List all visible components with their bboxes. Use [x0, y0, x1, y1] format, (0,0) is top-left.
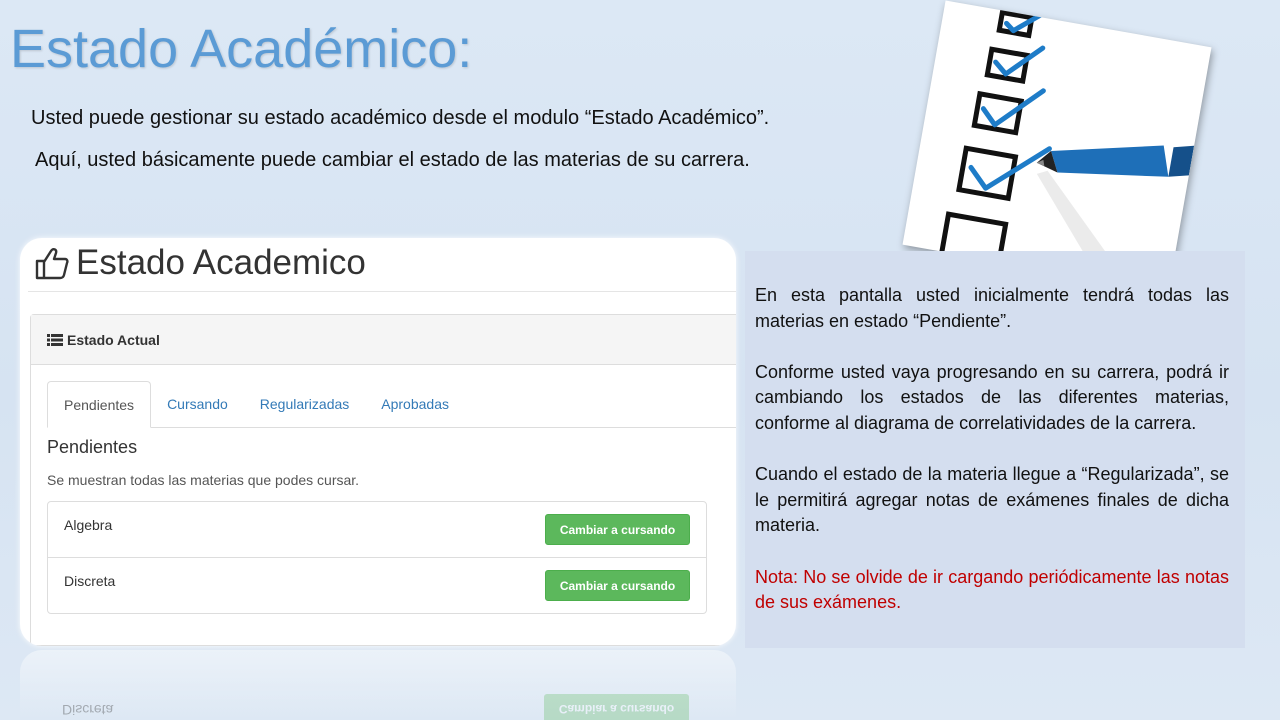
section-description: Se muestran todas las materias que podes… [47, 472, 360, 488]
tab-aprobadas[interactable]: Aprobadas [365, 381, 465, 426]
panel-heading-label: Estado Actual [67, 331, 160, 348]
section-title: Pendientes [47, 437, 138, 457]
tab-regularizadas[interactable]: Regularizadas [244, 381, 366, 426]
list-icon [47, 333, 63, 346]
thumbs-up-icon [35, 248, 69, 280]
subject-list: Algebra Cambiar a cursando Discreta Camb… [47, 501, 707, 614]
change-to-cursando-button[interactable]: Cambiar a cursando [545, 570, 690, 601]
tab-pendientes[interactable]: Pendientes [47, 381, 152, 428]
tab-cursando[interactable]: Cursando [151, 381, 244, 426]
info-paragraph-1: En esta pantalla usted inicialmente tend… [755, 285, 1229, 331]
page-title: Estado Academico [76, 243, 366, 282]
estado-academico-screenshot: Estado Academico Estado Actual Pendiente… [20, 238, 736, 646]
checklist-illustration [902, 0, 1212, 292]
intro-line-2: Aquí, usted básicamente puede cambiar el… [35, 149, 750, 171]
intro-line-1: Usted puede gestionar su estado académic… [31, 107, 770, 129]
header-divider [28, 291, 736, 292]
info-paragraph-2: Conforme usted vaya progresando en su ca… [755, 361, 1229, 433]
checklist-with-pen-icon [937, 9, 1195, 285]
info-box: En esta pantalla usted inicialmente tend… [745, 251, 1245, 648]
subject-name: Algebra [64, 517, 113, 533]
screenshot-reflection: Discreta Cambiar a cursando [20, 650, 736, 720]
page-header: Estado Academico [34, 238, 366, 288]
subject-name: Discreta [64, 573, 116, 589]
slide-title: Estado Académico: [10, 19, 473, 79]
info-note: Nota: No se olvide de ir cargando periód… [755, 566, 1229, 613]
list-item: Discreta Cambiar a cursando [48, 558, 706, 613]
info-paragraph-3: Cuando el estado de la materia llegue a … [755, 464, 1229, 536]
estado-actual-panel: Estado Actual Pendientes Cursando Regula… [30, 314, 736, 646]
list-item: Algebra Cambiar a cursando [48, 502, 706, 558]
reflected-button: Cambiar a cursando [544, 694, 689, 720]
panel-heading: Estado Actual [31, 315, 736, 365]
status-tabs: Pendientes Cursando Regularizadas Aproba… [47, 381, 736, 428]
change-to-cursando-button[interactable]: Cambiar a cursando [545, 514, 690, 545]
reflected-subject-name: Discreta [62, 702, 114, 718]
